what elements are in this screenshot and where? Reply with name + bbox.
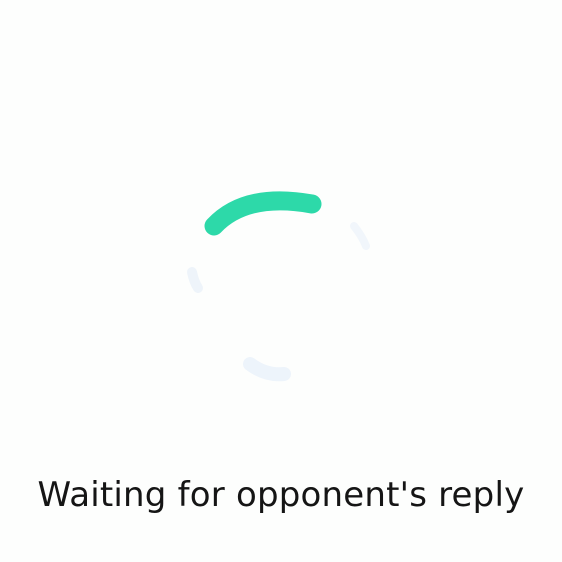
waiting-screen: Waiting for opponent's reply xyxy=(0,0,562,562)
spinner-trail-segment xyxy=(350,222,370,250)
spinner-trail-segment xyxy=(187,267,203,293)
spinner-trail-segment xyxy=(243,357,291,382)
waiting-status-message: Waiting for opponent's reply xyxy=(37,475,525,515)
spinner-active-arc xyxy=(204,191,322,236)
spinner-icon xyxy=(187,191,370,382)
